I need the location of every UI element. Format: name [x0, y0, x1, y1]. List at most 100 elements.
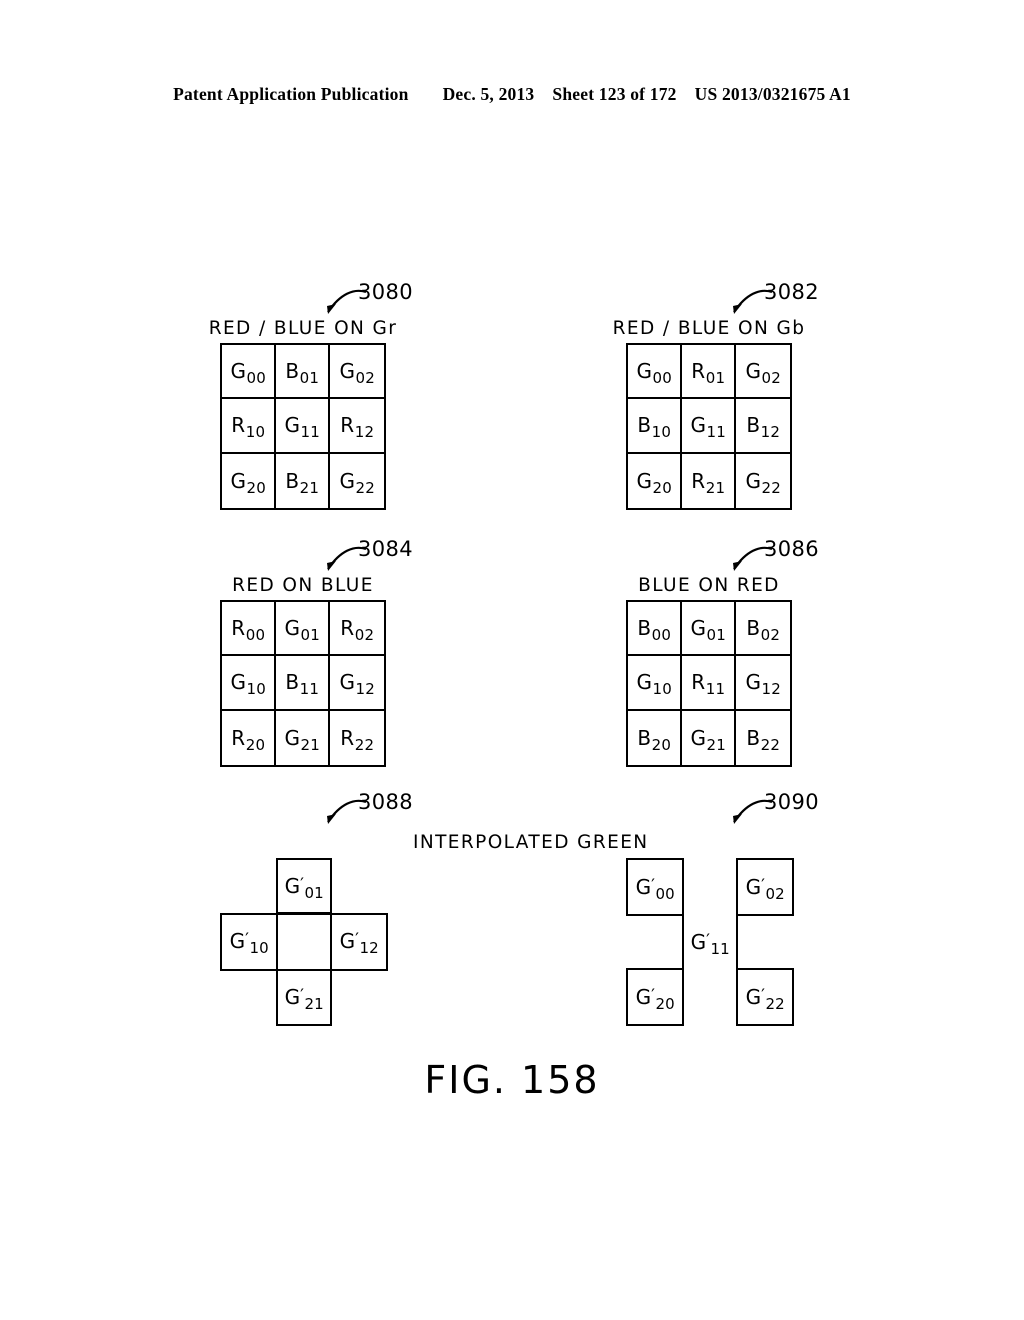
cell-subscript: 02: [355, 369, 375, 388]
plus-shape-3088: G′01 G′10 G′12 G′21: [220, 858, 388, 1026]
cell-subscript: 10: [652, 680, 672, 699]
grid-cell: R02: [330, 602, 384, 657]
grid-3080: G00 B01 G02 R10 G11 R12 G20 B21 G22: [220, 343, 386, 510]
cell-letter: B: [746, 725, 761, 750]
grid-cell: G21: [682, 710, 736, 765]
grid-cell: G21: [276, 710, 330, 765]
cell-letter: B: [285, 468, 300, 493]
cell-letter: G: [635, 874, 652, 899]
figure-number: FIG. 158: [424, 1058, 600, 1102]
cell-letter: G: [284, 985, 301, 1009]
cell-subscript: 01: [304, 883, 324, 902]
panel-caption: RED / BLUE ON Gr: [208, 318, 398, 339]
grid-3084: R00 G01 R02 G10 B11 G12 R20 G21 R22: [220, 600, 386, 767]
grid-cell: R20: [222, 710, 276, 765]
cell-subscript: 12: [761, 680, 781, 699]
grid-3086: B00 G01 B02 G10 R11 G12 B20 G21 B22: [626, 600, 792, 767]
cell-letter: G: [690, 929, 707, 954]
cell-letter: R: [340, 616, 355, 641]
panel-caption: RED ON BLUE: [232, 575, 374, 596]
cell-subscript: 10: [246, 680, 266, 699]
cell-letter: G: [339, 468, 356, 493]
cell-subscript: 00: [655, 884, 675, 903]
grid-cell: B01: [276, 345, 330, 400]
cell-subscript: 00: [246, 369, 266, 388]
grid-cell: B10: [628, 399, 682, 454]
cell-subscript: 20: [651, 735, 672, 754]
grid-cell: G01: [682, 602, 736, 657]
cell-subscript: 21: [705, 478, 726, 497]
plus-cell-bottom: G′21: [276, 969, 332, 1026]
cell-subscript: 00: [245, 626, 266, 645]
grid-cell: G11: [276, 399, 330, 454]
cell-letter: G: [745, 874, 762, 899]
cell-subscript: 11: [705, 680, 726, 699]
cell-letter: R: [340, 725, 355, 750]
corner-cell-top-left: G′00: [626, 858, 684, 916]
cell-subscript: 11: [710, 939, 730, 958]
cell-letter: G: [745, 468, 762, 493]
cell-subscript: 20: [246, 478, 266, 497]
cell-letter: G: [636, 468, 653, 493]
cell-letter: R: [340, 413, 355, 438]
grid-cell: G20: [222, 453, 276, 508]
cell-subscript: 10: [249, 939, 269, 957]
corner-cell-top-right: G′02: [736, 858, 794, 916]
grid-cell: R10: [222, 399, 276, 454]
cell-letter: G: [636, 359, 653, 384]
grid-cell: G22: [330, 454, 384, 508]
grid-cell: R12: [330, 399, 384, 454]
reference-numeral-3088: 3088: [312, 790, 432, 840]
cell-subscript: 00: [651, 626, 672, 645]
cell-subscript: 12: [355, 680, 375, 699]
plus-cell-right: G′12: [330, 912, 388, 971]
cell-subscript: 01: [299, 369, 320, 388]
cell-letter: G: [690, 413, 707, 438]
corner-cell-bottom-left: G′20: [626, 968, 684, 1026]
cell-subscript: 22: [765, 994, 785, 1013]
cell-letter: G: [745, 670, 762, 695]
cell-letter: R: [231, 413, 246, 438]
grid-cell: G10: [222, 656, 276, 711]
grid-cell: G00: [628, 345, 682, 400]
panel-3084: 3084 RED ON BLUE R00 G01 R02 G10 B11 G12…: [220, 537, 413, 767]
panel-3080: 3080 RED / BLUE ON Gr G00 B01 G02 R10 G1…: [209, 280, 413, 510]
cell-subscript: 01: [706, 626, 726, 645]
grid-cell: B02: [736, 602, 790, 657]
grid-cell: R01: [682, 345, 736, 400]
cell-subscript: 21: [300, 735, 320, 754]
cell-letter: G: [745, 984, 762, 1009]
cell-subscript: 11: [706, 423, 726, 442]
cell-letter: G: [284, 725, 301, 750]
cell-subscript: 11: [300, 423, 320, 442]
cell-subscript: 12: [760, 423, 781, 442]
cell-subscript: 21: [299, 478, 320, 497]
cell-letter: G: [230, 468, 247, 493]
grid-cell: G02: [330, 345, 384, 400]
leader-line-icon: [327, 799, 367, 824]
cell-letter: G: [339, 670, 356, 695]
cell-letter: G: [229, 929, 246, 953]
cell-subscript: 01: [300, 626, 320, 645]
cell-letter: G: [284, 413, 301, 438]
cell-subscript: 12: [359, 939, 379, 957]
cell-letter: G: [284, 873, 301, 898]
panel-3088: 3088 G′01 G′10 G′12 G′21: [220, 790, 413, 1026]
cell-subscript: 02: [354, 626, 375, 645]
panel-caption: RED / BLUE ON Gb: [612, 318, 806, 339]
connector-line-right: [736, 914, 739, 970]
cell-subscript: 22: [354, 735, 375, 754]
corner-cell-bottom-right: G′22: [736, 968, 794, 1026]
cell-subscript: 01: [705, 369, 726, 388]
cell-subscript: 02: [761, 369, 781, 388]
cell-letter: B: [285, 670, 300, 695]
grid-cell: G11: [682, 399, 736, 454]
cell-subscript: 21: [304, 995, 324, 1013]
corners-shape-3090: G′00 G′02 G′20 G′22 G′11: [626, 858, 794, 1026]
cell-subscript: 20: [652, 478, 672, 497]
cell-letter: B: [637, 725, 652, 750]
grid-cell: G12: [736, 656, 790, 711]
grid-cell: R22: [330, 711, 384, 765]
grid-cell: G12: [330, 656, 384, 711]
cell-subscript: 22: [761, 478, 781, 497]
